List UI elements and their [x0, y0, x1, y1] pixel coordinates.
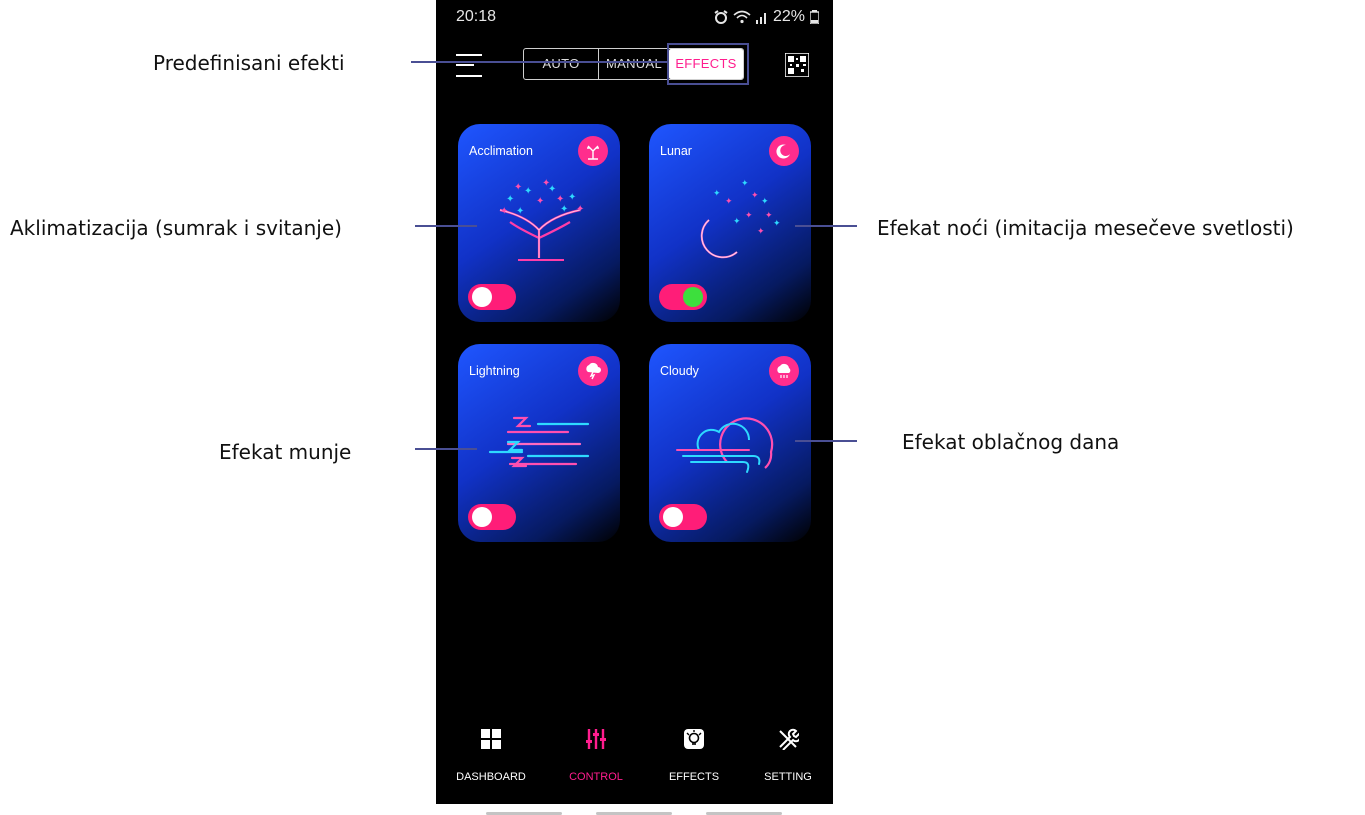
svg-text:✦: ✦	[765, 211, 773, 221]
effect-toggle[interactable]	[659, 284, 707, 310]
rain-cloud-icon	[769, 356, 799, 386]
battery-icon	[810, 10, 819, 24]
svg-text:✦: ✦	[713, 189, 721, 199]
tab-auto[interactable]: AUTO	[524, 49, 599, 79]
nav-setting-label: SETTING	[764, 771, 812, 783]
effects-tab-highlight	[667, 43, 749, 85]
alarm-icon	[714, 10, 728, 24]
annotation-cloudy: Efekat oblačnog dana	[902, 430, 1120, 454]
tab-manual[interactable]: MANUAL	[599, 49, 669, 79]
qr-code-icon[interactable]	[785, 53, 809, 77]
nav-control-label: CONTROL	[569, 771, 623, 783]
leader-line-lunar	[795, 225, 857, 227]
effect-card-lightning[interactable]: Lightning	[458, 344, 620, 542]
svg-text:✦: ✦	[516, 206, 524, 217]
effect-card-cloudy[interactable]: Cloudy	[649, 344, 811, 542]
leader-line-lightning	[415, 448, 477, 450]
leader-line-acclimation	[415, 225, 477, 227]
svg-text:✦: ✦	[500, 206, 508, 217]
svg-text:✦: ✦	[506, 194, 514, 205]
annotation-lightning: Efekat munje	[219, 440, 352, 464]
grid-icon	[481, 729, 501, 749]
leader-line-effects	[411, 61, 667, 63]
svg-text:✦: ✦	[761, 197, 769, 207]
svg-text:✦: ✦	[514, 182, 522, 193]
acclimation-tree-art: ✦✦ ✦✦ ✦ ✦ ✦✦ ✦✦ ✦✦	[499, 178, 584, 261]
nav-effects-label: EFFECTS	[668, 771, 720, 783]
svg-text:✦: ✦	[751, 191, 759, 201]
phone-screen: 20:18 22% AUTO MANUAL EFFECTS Acclimatio…	[436, 0, 833, 804]
effect-card-title: Acclimation	[469, 144, 533, 158]
svg-text:✦: ✦	[568, 192, 576, 203]
nav-setting[interactable]: SETTING	[743, 728, 833, 783]
lunar-moon-art: ✦✦✦✦ ✦ ✦✦✦ ✦✦	[700, 179, 781, 259]
battery-percent: 22%	[772, 8, 805, 25]
moon-icon	[769, 136, 799, 166]
bulb-effects-icon	[684, 729, 704, 749]
nav-dashboard-label: DASHBOARD	[456, 771, 526, 783]
lightning-art	[488, 416, 590, 468]
bottom-nav: DASHBOARD CONTROL EFFECTS SETTING	[436, 728, 833, 788]
effect-toggle[interactable]	[468, 284, 516, 310]
effect-card-acclimation[interactable]: Acclimation ✦ ✦ ✦ ✦ ✦ ✦ ✦ ✦ ✦ ✦ ✦ ✦	[458, 124, 620, 322]
effect-toggle[interactable]	[468, 504, 516, 530]
svg-text:✦: ✦	[733, 217, 741, 227]
svg-text:✦: ✦	[773, 219, 781, 229]
svg-text:✦: ✦	[560, 204, 568, 215]
leader-line-cloudy	[795, 440, 857, 442]
nav-effects[interactable]: EFFECTS	[649, 728, 739, 783]
tree-icon	[578, 136, 608, 166]
effect-card-title: Lightning	[469, 364, 520, 378]
signal-icon	[755, 13, 766, 24]
svg-text:✦: ✦	[757, 227, 765, 237]
effect-card-title: Cloudy	[660, 364, 699, 378]
svg-text:✦: ✦	[524, 186, 532, 197]
status-time: 20:18	[456, 8, 497, 25]
effect-card-lunar[interactable]: Lunar ✦ ✦ ✦ ✦ ✦ ✦ ✦ ✦ ✦ ✦	[649, 124, 811, 322]
effect-card-title: Lunar	[660, 144, 692, 158]
wifi-icon	[733, 10, 751, 24]
cloudy-art	[676, 417, 774, 473]
nav-control[interactable]: CONTROL	[551, 728, 641, 783]
sliders-icon	[586, 729, 606, 749]
svg-text:✦: ✦	[542, 178, 550, 189]
status-icons: 22%	[714, 8, 819, 26]
svg-text:✦: ✦	[741, 179, 749, 189]
annotation-lunar: Efekat noći (imitacija mesečeve svetlost…	[877, 216, 1294, 240]
svg-text:✦: ✦	[536, 196, 544, 207]
svg-text:✦: ✦	[725, 197, 733, 207]
lightning-cloud-icon	[578, 356, 608, 386]
svg-text:✦: ✦	[576, 204, 584, 215]
status-bar: 20:18 22%	[456, 8, 819, 30]
hamburger-menu-icon[interactable]	[456, 52, 482, 78]
svg-text:✦: ✦	[556, 194, 564, 205]
nav-dashboard[interactable]: DASHBOARD	[446, 728, 536, 783]
effect-toggle[interactable]	[659, 504, 707, 530]
svg-text:✦: ✦	[745, 211, 753, 221]
tools-icon	[779, 728, 802, 751]
annotation-effects-tab: Predefinisani efekti	[153, 51, 345, 75]
annotation-acclimation: Aklimatizacija (sumrak i svitanje)	[10, 216, 342, 240]
